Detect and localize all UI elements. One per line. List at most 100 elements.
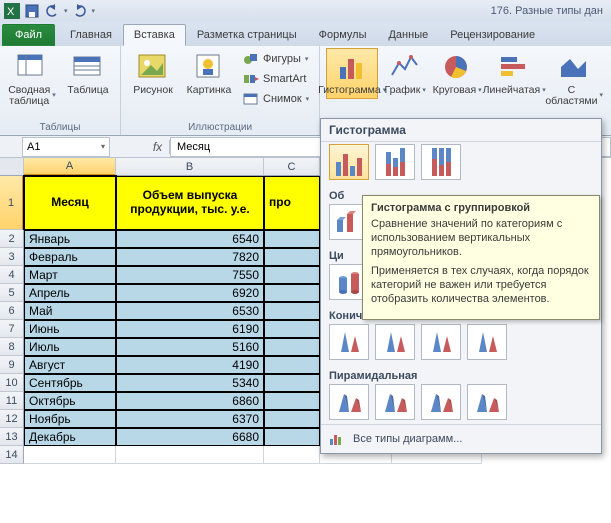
cell-A7[interactable]: Июнь bbox=[24, 320, 116, 338]
undo-icon[interactable] bbox=[44, 3, 60, 19]
area-chart-button[interactable]: С областями▾ bbox=[546, 48, 602, 110]
col-header-C[interactable]: C bbox=[264, 158, 320, 176]
redo-icon[interactable] bbox=[72, 3, 88, 19]
tab-formulas[interactable]: Формулы bbox=[308, 24, 378, 46]
chart-type-pyramid-1[interactable] bbox=[375, 384, 415, 420]
cell-A4[interactable]: Март bbox=[24, 266, 116, 284]
col-header-B[interactable]: B bbox=[116, 158, 264, 176]
cell-A11[interactable]: Октябрь bbox=[24, 392, 116, 410]
chart-type-cone-0[interactable] bbox=[329, 324, 369, 360]
name-box[interactable]: A1▾ bbox=[22, 137, 110, 157]
cell-C11[interactable] bbox=[264, 392, 320, 410]
chart-type-pyramid-0[interactable] bbox=[329, 384, 369, 420]
cell-C3[interactable] bbox=[264, 248, 320, 266]
clipart-button[interactable]: Картинка bbox=[183, 48, 235, 99]
undo-dropdown[interactable]: ▾ bbox=[64, 7, 68, 15]
row-header-8[interactable]: 8 bbox=[0, 338, 24, 356]
chart-type-clustered-column[interactable] bbox=[329, 144, 369, 180]
row-header-4[interactable]: 4 bbox=[0, 266, 24, 284]
tab-pagelayout[interactable]: Разметка страницы bbox=[186, 24, 308, 46]
column-chart-button[interactable]: Гистограмма▾ bbox=[326, 48, 378, 99]
tab-insert[interactable]: Вставка bbox=[123, 24, 186, 46]
save-icon[interactable] bbox=[24, 3, 40, 19]
chart-type-cone-2[interactable] bbox=[421, 324, 461, 360]
row-header-13[interactable]: 13 bbox=[0, 428, 24, 446]
cell-A8[interactable]: Июль bbox=[24, 338, 116, 356]
all-chart-types-button[interactable]: Все типы диаграмм... bbox=[321, 424, 601, 453]
row-header-2[interactable]: 2 bbox=[0, 230, 24, 248]
cell-C13[interactable] bbox=[264, 428, 320, 446]
chart-type-stacked-column[interactable] bbox=[375, 144, 415, 180]
line-chart-button[interactable]: График▾ bbox=[382, 48, 428, 99]
table-button[interactable]: Таблица bbox=[62, 48, 114, 99]
cell-A14[interactable] bbox=[24, 446, 116, 464]
row-header-6[interactable]: 6 bbox=[0, 302, 24, 320]
tab-home[interactable]: Главная bbox=[59, 24, 123, 46]
chart-type-cone-1[interactable] bbox=[375, 324, 415, 360]
cell-C6[interactable] bbox=[264, 302, 320, 320]
chart-type-pyramid-3[interactable] bbox=[467, 384, 507, 420]
cell-B2[interactable]: 6540 bbox=[116, 230, 264, 248]
cell-C8[interactable] bbox=[264, 338, 320, 356]
row-header-9[interactable]: 9 bbox=[0, 356, 24, 374]
cell-B14[interactable] bbox=[116, 446, 264, 464]
picture-button[interactable]: Рисунок bbox=[127, 48, 179, 99]
cell-A6[interactable]: Май bbox=[24, 302, 116, 320]
cell-B12[interactable]: 6370 bbox=[116, 410, 264, 428]
chart-type-100stacked-column[interactable] bbox=[421, 144, 461, 180]
row-header-3[interactable]: 3 bbox=[0, 248, 24, 266]
pie-chart-label: Круговая▾ bbox=[433, 85, 482, 96]
cell-C2[interactable] bbox=[264, 230, 320, 248]
cell-A2[interactable]: Январь bbox=[24, 230, 116, 248]
cell-C7[interactable] bbox=[264, 320, 320, 338]
cell-A5[interactable]: Апрель bbox=[24, 284, 116, 302]
fx-button[interactable]: fx bbox=[146, 140, 170, 154]
shapes-button[interactable]: Фигуры▾ bbox=[239, 50, 313, 68]
col-header-A[interactable]: A bbox=[24, 158, 116, 176]
cell-C14[interactable] bbox=[264, 446, 320, 464]
screenshot-button[interactable]: Снимок▾ bbox=[239, 90, 313, 108]
cell-B7[interactable]: 6190 bbox=[116, 320, 264, 338]
cell-B11[interactable]: 6860 bbox=[116, 392, 264, 410]
cell-B13[interactable]: 6680 bbox=[116, 428, 264, 446]
cell-A9[interactable]: Август bbox=[24, 356, 116, 374]
tab-data[interactable]: Данные bbox=[377, 24, 439, 46]
chart-type-pyramid-2[interactable] bbox=[421, 384, 461, 420]
cell-B9[interactable]: 4190 bbox=[116, 356, 264, 374]
cell-B4[interactable]: 7550 bbox=[116, 266, 264, 284]
cell-A13[interactable]: Декабрь bbox=[24, 428, 116, 446]
cell-B5[interactable]: 6920 bbox=[116, 284, 264, 302]
cell-B3[interactable]: 7820 bbox=[116, 248, 264, 266]
pie-chart-button[interactable]: Круговая▾ bbox=[432, 48, 482, 99]
cell-C5[interactable] bbox=[264, 284, 320, 302]
chart-type-cone-3[interactable] bbox=[467, 324, 507, 360]
row-header-11[interactable]: 11 bbox=[0, 392, 24, 410]
select-all-corner[interactable] bbox=[0, 158, 24, 176]
cell-B10[interactable]: 5340 bbox=[116, 374, 264, 392]
cell-C12[interactable] bbox=[264, 410, 320, 428]
row-header-10[interactable]: 10 bbox=[0, 374, 24, 392]
cell-A1[interactable]: Месяц bbox=[24, 176, 116, 230]
cell-B6[interactable]: 6530 bbox=[116, 302, 264, 320]
cell-B8[interactable]: 5160 bbox=[116, 338, 264, 356]
row-header-7[interactable]: 7 bbox=[0, 320, 24, 338]
cell-B1[interactable]: Объем выпуска продукции, тыс. у.е. bbox=[116, 176, 264, 230]
cell-A10[interactable]: Сентябрь bbox=[24, 374, 116, 392]
pivot-table-button[interactable]: Сводная таблица▾ bbox=[6, 48, 58, 110]
cell-C4[interactable] bbox=[264, 266, 320, 284]
cell-C10[interactable] bbox=[264, 374, 320, 392]
smartart-button[interactable]: SmartArt bbox=[239, 70, 313, 88]
title-bar: X ▾ ▾ 176. Разные типы дан bbox=[0, 0, 611, 22]
tab-file[interactable]: Файл bbox=[2, 24, 55, 46]
bar-chart-button[interactable]: Линейчатая▾ bbox=[486, 48, 542, 99]
cell-C1[interactable]: про bbox=[264, 176, 320, 230]
row-header-5[interactable]: 5 bbox=[0, 284, 24, 302]
tab-review[interactable]: Рецензирование bbox=[439, 24, 546, 46]
group-illustrations-label: Иллюстрации bbox=[188, 120, 252, 135]
row-header-1[interactable]: 1 bbox=[0, 176, 24, 230]
cell-A12[interactable]: Ноябрь bbox=[24, 410, 116, 428]
cell-C9[interactable] bbox=[264, 356, 320, 374]
cell-A3[interactable]: Февраль bbox=[24, 248, 116, 266]
row-header-14[interactable]: 14 bbox=[0, 446, 24, 464]
row-header-12[interactable]: 12 bbox=[0, 410, 24, 428]
